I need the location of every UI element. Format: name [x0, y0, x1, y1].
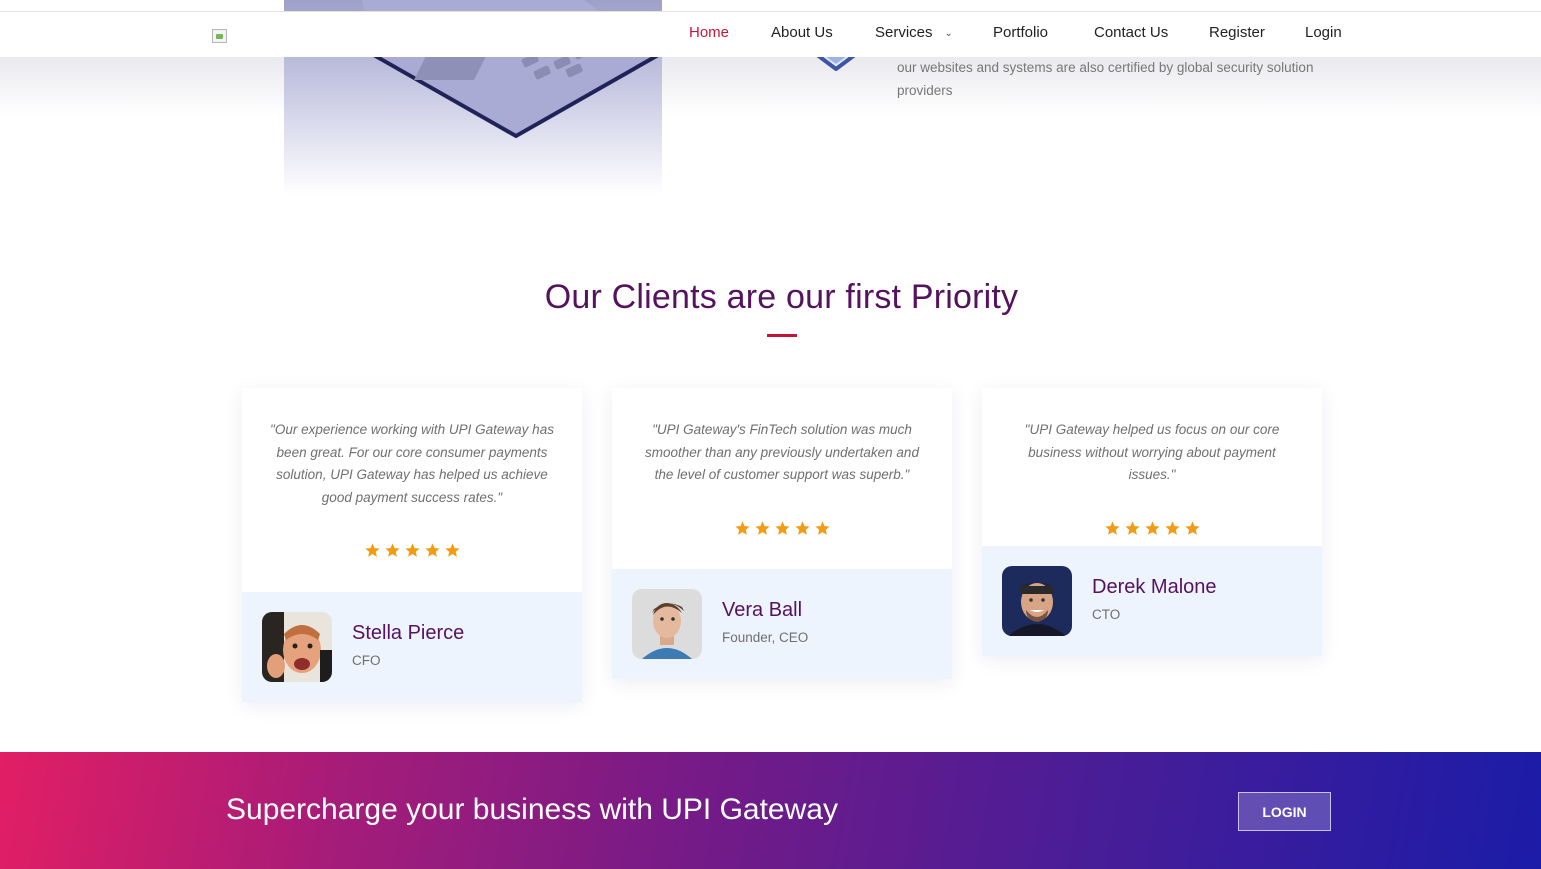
navbar: Home About Us Services ⌄ Portfolio Contac… — [0, 11, 1541, 57]
testimonial-card: "Our experience working with UPI Gateway… — [242, 388, 582, 702]
star-icon — [444, 543, 460, 558]
star-icon — [794, 521, 810, 535]
star-icon — [1144, 521, 1160, 535]
star-icon — [734, 521, 750, 535]
rating-stars — [242, 542, 582, 559]
clients-heading: Our Clients are our first Priority — [544, 278, 1019, 316]
nav-item-home[interactable]: Home — [689, 24, 729, 41]
nav-item-label: Login — [1305, 24, 1342, 41]
avatar — [1002, 566, 1072, 636]
star-icon — [1124, 521, 1140, 535]
nav-item-services[interactable]: Services ⌄ — [875, 24, 953, 41]
security-description: our websites and systems are also certif… — [897, 60, 1314, 98]
nav-item-label: Portfolio — [993, 24, 1049, 41]
nav-item-register[interactable]: Register — [1209, 24, 1265, 41]
nav-item-label: Home — [689, 24, 730, 41]
nav-item-contact-us[interactable]: Contact Us — [1094, 24, 1168, 41]
testimonial-card: "UPI Gateway helped us focus on our core… — [982, 388, 1322, 656]
nav-item-portfolio[interactable]: Portfolio — [993, 24, 1048, 41]
cta-text: Supercharge your business with UPI Gatew… — [226, 793, 838, 826]
star-icon — [364, 543, 380, 558]
star-icon — [1164, 521, 1180, 535]
nav-item-label: Services — [875, 24, 933, 41]
star-icon — [384, 543, 400, 558]
author-name: Vera Ball — [722, 599, 803, 621]
star-icon — [1184, 521, 1200, 535]
testimonial-card: "UPI Gateway's FinTech solution was much… — [612, 388, 952, 679]
testimonial-author: Stella Pierce CFO — [242, 592, 582, 702]
nav-item-about-us[interactable]: About Us — [771, 24, 833, 41]
star-icon — [404, 543, 420, 558]
star-icon — [754, 521, 770, 535]
nav-item-label: Register — [1209, 24, 1265, 41]
rating-stars — [612, 520, 952, 537]
star-icon — [1104, 521, 1120, 535]
testimonial-quote: "UPI Gateway's FinTech solution was much… — [645, 422, 919, 483]
star-icon — [814, 521, 830, 535]
avatar — [262, 612, 332, 682]
testimonial-quote: "UPI Gateway helped us focus on our core… — [1024, 422, 1280, 483]
star-icon — [424, 543, 440, 558]
testimonial-author: Vera Ball Founder, CEO — [612, 569, 952, 679]
broken-image-icon[interactable] — [212, 29, 227, 43]
nav-item-label: Contact Us — [1094, 24, 1169, 41]
author-role: Founder, CEO — [722, 630, 809, 645]
author-name: Stella Pierce — [352, 622, 465, 644]
star-icon — [774, 521, 790, 535]
login-button[interactable]: LOGIN — [1238, 792, 1331, 831]
cta-banner: Supercharge your business with UPI Gatew… — [0, 752, 1541, 869]
testimonial-quote: "Our experience working with UPI Gateway… — [270, 422, 554, 505]
author-name: Derek Malone — [1092, 576, 1217, 598]
chevron-down-icon: ⌄ — [944, 28, 953, 39]
nav-item-login[interactable]: Login — [1305, 24, 1342, 41]
avatar — [632, 589, 702, 659]
rating-stars — [982, 520, 1322, 537]
nav-item-label: About Us — [771, 24, 833, 41]
testimonial-author: Derek Malone CTO — [982, 546, 1322, 656]
author-role: CFO — [352, 653, 381, 668]
heading-underline — [767, 334, 797, 337]
author-role: CTO — [1092, 607, 1121, 622]
